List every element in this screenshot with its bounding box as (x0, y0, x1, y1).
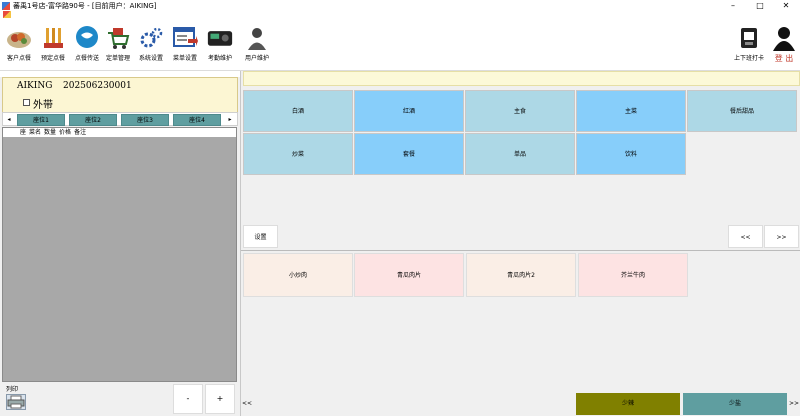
chat-bubble-icon (74, 25, 100, 51)
seat-next-button[interactable]: ▸ (225, 114, 235, 125)
toolbar-label: 考勤维护 (207, 55, 232, 62)
toolbar-order-management-button[interactable]: 定单管理 (101, 25, 135, 69)
note-bar: << 少辣 少盐 >> (241, 391, 800, 416)
dish-button[interactable]: 青瓜肉片2 (466, 253, 576, 297)
category-button[interactable]: 饮料 (576, 133, 686, 175)
order-info: AIKING 202506230001 外带 (2, 77, 238, 113)
category-button[interactable]: 套餐 (354, 133, 464, 175)
close-button[interactable]: ✕ (773, 0, 799, 11)
dish-button[interactable]: 芥兰牛肉 (578, 253, 688, 297)
decrease-qty-button[interactable]: - (173, 384, 203, 414)
seat-tab-4[interactable]: 座位4 (173, 114, 221, 126)
toolbar-label: 预定点餐 (40, 55, 65, 62)
user-silhouette-icon (244, 25, 270, 51)
note-less-spicy-button[interactable]: 少辣 (576, 393, 680, 415)
toolbar-label: 登 出 (774, 54, 794, 63)
seat-tab-3[interactable]: 座位3 (121, 114, 169, 126)
toolbar-user-maintenance-button[interactable]: 用户维护 (240, 25, 274, 69)
menu-info-bar (243, 71, 800, 86)
toolbar-label: 系统设置 (138, 55, 163, 62)
order-user: AIKING (17, 81, 53, 91)
seat-tabs: ◂ 座位1 座位2 座位3 座位4 ▸ (2, 112, 238, 126)
order-number: 202506230001 (63, 81, 132, 91)
order-panel: AIKING 202506230001 外带 ◂ 座位1 座位2 座位3 座位4… (0, 71, 240, 416)
toolbar-label: 菜单设置 (172, 55, 197, 62)
menu-app-icon[interactable] (3, 11, 11, 18)
toolbar-punch-clock-button[interactable]: 上下班打卡 (732, 25, 766, 69)
note-less-salt-button[interactable]: 少盐 (683, 393, 787, 415)
category-button[interactable]: 白酒 (243, 90, 353, 132)
column-header-price: 价格 (59, 129, 72, 136)
takeout-checkbox[interactable] (23, 99, 30, 106)
category-prev-page-button[interactable]: << (728, 225, 763, 248)
window-title: 蕃禹1号店-富华路90号 - [目前用户：AIKING] (13, 1, 157, 10)
app-icon (2, 1, 10, 10)
print-button[interactable]: 列印 (6, 384, 36, 414)
increase-qty-button[interactable]: + (205, 384, 235, 414)
logout-user-icon (771, 25, 797, 51)
category-button[interactable]: 炒菜 (243, 133, 353, 175)
toolbar-label: 上下班打卡 (733, 55, 764, 62)
food-plate-icon (6, 25, 32, 51)
order-items-grid[interactable]: 座 菜名 数量 价格 备注 (2, 127, 237, 382)
column-header-dish: 菜名 (29, 129, 42, 136)
dish-button[interactable]: 青瓜肉片 (354, 253, 464, 297)
seat-tab-2[interactable]: 座位2 (69, 114, 117, 126)
category-button[interactable]: 红酒 (354, 90, 464, 132)
gears-icon (138, 25, 164, 51)
toolbar-system-settings-button[interactable]: 系统设置 (134, 25, 168, 69)
toolbar-attendance-button[interactable]: 考勤维护 (203, 25, 237, 69)
column-header-qty: 数量 (44, 129, 57, 136)
toolbar-order-transfer-button[interactable]: 点餐传送 (70, 25, 104, 69)
menu-bar (0, 11, 800, 19)
shopping-cart-icon (105, 25, 131, 51)
toolbar-menu-settings-button[interactable]: 菜单设置 (168, 25, 202, 69)
column-header-note: 备注 (74, 129, 87, 136)
dish-button[interactable]: 小炒肉 (243, 253, 353, 297)
toolbar-logout-button[interactable]: 登 出 (767, 25, 800, 69)
chopsticks-icon (40, 25, 66, 51)
toolbar-reservation-order-button[interactable]: 预定点餐 (36, 25, 70, 69)
toolbar-label: 用户维护 (244, 55, 269, 62)
note-next-button[interactable]: >> (788, 393, 800, 415)
takeout-label: 外带 (33, 100, 53, 111)
time-clock-icon (207, 25, 233, 51)
note-prev-button[interactable]: << (241, 393, 253, 415)
category-button[interactable]: 主菜 (576, 90, 686, 132)
minimize-button[interactable]: – (720, 0, 746, 11)
category-toolbar: 设置 << >> (241, 224, 800, 249)
section-divider (241, 250, 800, 251)
category-area: 白酒 红酒 主食 主菜 餐后甜品 炒菜 套餐 单品 饮料 (243, 88, 800, 230)
column-header-seat: 座 (20, 129, 27, 136)
category-button[interactable]: 单品 (465, 133, 575, 175)
category-button[interactable]: 餐后甜品 (687, 90, 797, 132)
seat-prev-button[interactable]: ◂ (4, 114, 14, 125)
toolbar-label: 点餐传送 (74, 55, 99, 62)
menu-window-icon (172, 25, 198, 51)
toolbar-label: 定单管理 (105, 55, 130, 62)
toolbar-customer-order-button[interactable]: 客户点餐 (2, 25, 36, 69)
print-label: 列印 (6, 386, 19, 393)
category-next-page-button[interactable]: >> (764, 225, 799, 248)
order-grid-header: 座 菜名 数量 价格 备注 (3, 128, 236, 137)
category-button[interactable]: 主食 (465, 90, 575, 132)
menu-panel: 白酒 红酒 主食 主菜 餐后甜品 炒菜 套餐 单品 饮料 设置 << >> 小炒… (241, 71, 800, 416)
settings-button[interactable]: 设置 (243, 225, 278, 248)
main-toolbar: 客户点餐 预定点餐 点餐传送 定单管理 系统设置 菜单设置 考勤维护 用户维护 … (0, 19, 800, 71)
printer-icon (6, 394, 26, 410)
maximize-button[interactable]: □ (747, 0, 773, 11)
punch-card-icon (736, 25, 762, 51)
order-panel-footer: 列印 - + (0, 382, 240, 416)
seat-tab-1[interactable]: 座位1 (17, 114, 65, 126)
toolbar-label: 客户点餐 (6, 55, 31, 62)
title-bar: 蕃禹1号店-富华路90号 - [目前用户：AIKING] – □ ✕ (0, 0, 800, 11)
